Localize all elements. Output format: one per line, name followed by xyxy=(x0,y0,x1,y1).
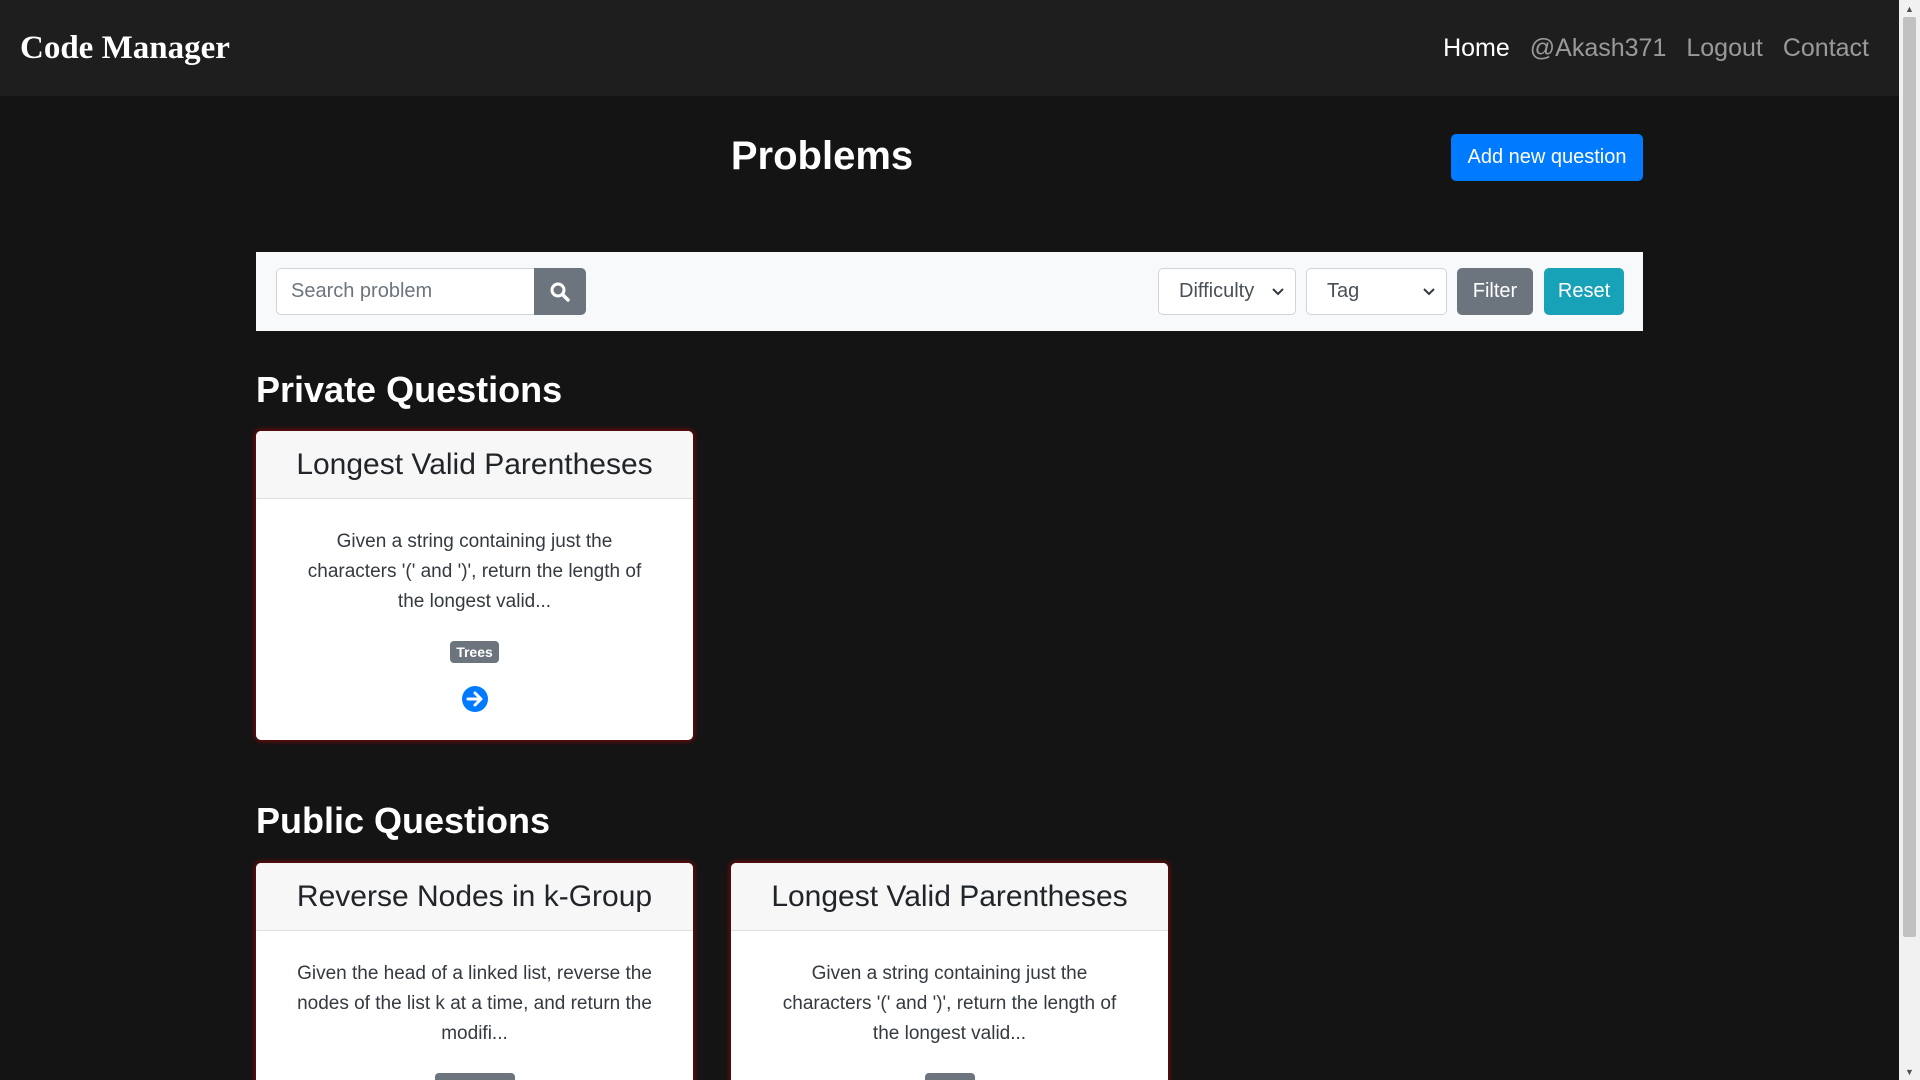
chevron-down-icon xyxy=(1423,288,1435,296)
navbar: Code Manager Home @Akash371 Logout Conta… xyxy=(0,0,1899,96)
nav-link-logout[interactable]: Logout xyxy=(1686,34,1762,63)
tag-select-value: Tag xyxy=(1327,280,1360,302)
page-title: Problems xyxy=(730,134,914,178)
question-card: Longest Valid Parentheses Given a string… xyxy=(256,431,693,740)
scroll-up-icon[interactable]: ▲ xyxy=(1899,0,1920,17)
card-title: Longest Valid Parentheses xyxy=(256,431,693,499)
tag-badge xyxy=(924,1073,975,1080)
tag-select[interactable]: Tag xyxy=(1306,268,1447,315)
nav-links: Home @Akash371 Logout Contact xyxy=(1443,34,1869,63)
search-button[interactable] xyxy=(534,268,586,315)
card-title: Reverse Nodes in k-Group xyxy=(256,863,693,931)
filter-button[interactable]: Filter xyxy=(1457,268,1533,315)
nav-link-contact[interactable]: Contact xyxy=(1783,34,1869,63)
tag-badge xyxy=(434,1073,515,1080)
card-body: Given a string containing just the chara… xyxy=(256,499,693,713)
card-title: Longest Valid Parentheses xyxy=(731,863,1168,931)
scroll-down-icon[interactable]: ▼ xyxy=(1899,1063,1920,1080)
scrollbar[interactable]: ▲ ▼ xyxy=(1899,0,1920,1080)
scrollbar-thumb[interactable] xyxy=(1903,17,1916,937)
search-icon xyxy=(550,282,570,302)
tag-badge: Trees xyxy=(450,641,499,663)
add-question-button[interactable]: Add new question xyxy=(1451,134,1643,181)
card-description: Given a string containing just the chara… xyxy=(307,531,642,612)
reset-button[interactable]: Reset xyxy=(1544,268,1624,315)
question-card: Reverse Nodes in k-Group Given the head … xyxy=(256,863,693,1080)
difficulty-select-value: Difficulty xyxy=(1179,280,1255,302)
arrow-right-circle-icon[interactable] xyxy=(461,685,489,713)
nav-link-profile[interactable]: @Akash371 xyxy=(1530,34,1667,63)
card-description: Given the head of a linked list, reverse… xyxy=(297,963,652,1044)
private-questions-heading: Private Questions xyxy=(256,369,563,410)
card-body: Given a string containing just the chara… xyxy=(731,931,1168,1080)
filter-bar: Search problem Difficulty Tag Filter Res… xyxy=(256,252,1643,331)
question-card: Longest Valid Parentheses Given a string… xyxy=(731,863,1168,1080)
card-description: Given a string containing just the chara… xyxy=(782,963,1117,1044)
public-questions-heading: Public Questions xyxy=(256,800,551,841)
search-input[interactable]: Search problem xyxy=(276,268,534,315)
nav-link-home[interactable]: Home xyxy=(1443,34,1510,63)
chevron-down-icon xyxy=(1272,288,1284,296)
card-body: Given the head of a linked list, reverse… xyxy=(256,931,693,1080)
brand-logo[interactable]: Code Manager xyxy=(20,30,230,67)
difficulty-select[interactable]: Difficulty xyxy=(1158,268,1296,315)
